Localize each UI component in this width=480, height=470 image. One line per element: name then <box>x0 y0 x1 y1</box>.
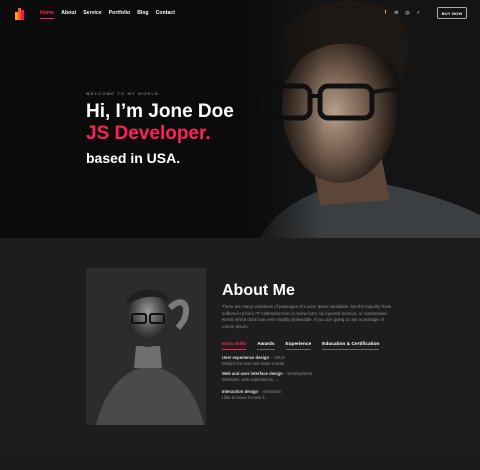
skill-description: Websites, web experiences, ... <box>222 377 279 382</box>
skill-item: User experience design – UI/UX Delight t… <box>222 355 285 367</box>
skill-tag: Animation <box>262 389 282 394</box>
skill-separator: – <box>270 355 273 360</box>
skill-separator: – <box>259 389 262 394</box>
about-portrait-image <box>86 268 206 425</box>
top-navbar: Home About Service Portfolio Blog Contac… <box>0 0 480 28</box>
social-links: f in ◎ ✓ <box>383 10 421 16</box>
welcome-label: WELCOME TO MY WORLD <box>86 91 160 96</box>
skill-tag: Development <box>287 371 313 376</box>
facebook-icon[interactable]: f <box>383 10 388 16</box>
nav-link-service[interactable]: Service <box>83 10 102 16</box>
tab-awards[interactable]: Awards <box>257 342 275 350</box>
main-menu: Home About Service Portfolio Blog Contac… <box>40 10 175 19</box>
nav-link-about[interactable]: About <box>61 10 76 16</box>
skill-item: Web and user interface design – Developm… <box>222 371 312 383</box>
linkedin-icon[interactable]: in <box>394 10 399 16</box>
instagram-icon[interactable]: ◎ <box>405 10 410 16</box>
logo-bar <box>21 10 24 20</box>
tab-experience[interactable]: Experience <box>285 342 311 350</box>
skill-tag: UI/UX <box>273 355 285 360</box>
section-footer-strip <box>0 454 480 470</box>
tab-education[interactable]: Education & Certification <box>322 342 380 350</box>
buy-now-button[interactable]: BUY NOW <box>437 7 467 19</box>
about-tabs: Main skills Awards Experience Education … <box>222 342 380 350</box>
skill-title: Interaction design <box>222 389 259 394</box>
hero-heading-location: based in USA. <box>86 150 181 166</box>
skill-title: Web and user interface design <box>222 371 283 376</box>
about-title: About Me <box>222 282 295 299</box>
about-section: About Me There are many variations of pa… <box>0 238 480 470</box>
skill-separator: – <box>283 371 287 376</box>
nav-link-blog[interactable]: Blog <box>137 10 149 16</box>
skill-description: I like to move it move it. <box>222 395 266 400</box>
brand-logo[interactable] <box>15 8 25 20</box>
skill-item: Interaction design – Animation I like to… <box>222 389 281 401</box>
nav-link-contact[interactable]: Contact <box>156 10 175 16</box>
hero-section: Home About Service Portfolio Blog Contac… <box>0 0 480 238</box>
hero-heading-name: Hi, I’m Jone Doe <box>86 101 234 122</box>
about-description: There are many variations of passages of… <box>222 304 392 329</box>
nav-link-home[interactable]: Home <box>40 10 55 19</box>
nav-link-portfolio[interactable]: Portfolio <box>109 10 130 16</box>
skill-title: User experience design <box>222 355 270 360</box>
skill-description: Delight the user and make it work. <box>222 361 286 366</box>
hero-heading-role: JS Developer. <box>86 123 211 144</box>
hero-portrait-image <box>240 0 480 238</box>
twitter-icon[interactable]: ✓ <box>416 10 421 16</box>
tab-main-skills[interactable]: Main skills <box>222 342 247 350</box>
